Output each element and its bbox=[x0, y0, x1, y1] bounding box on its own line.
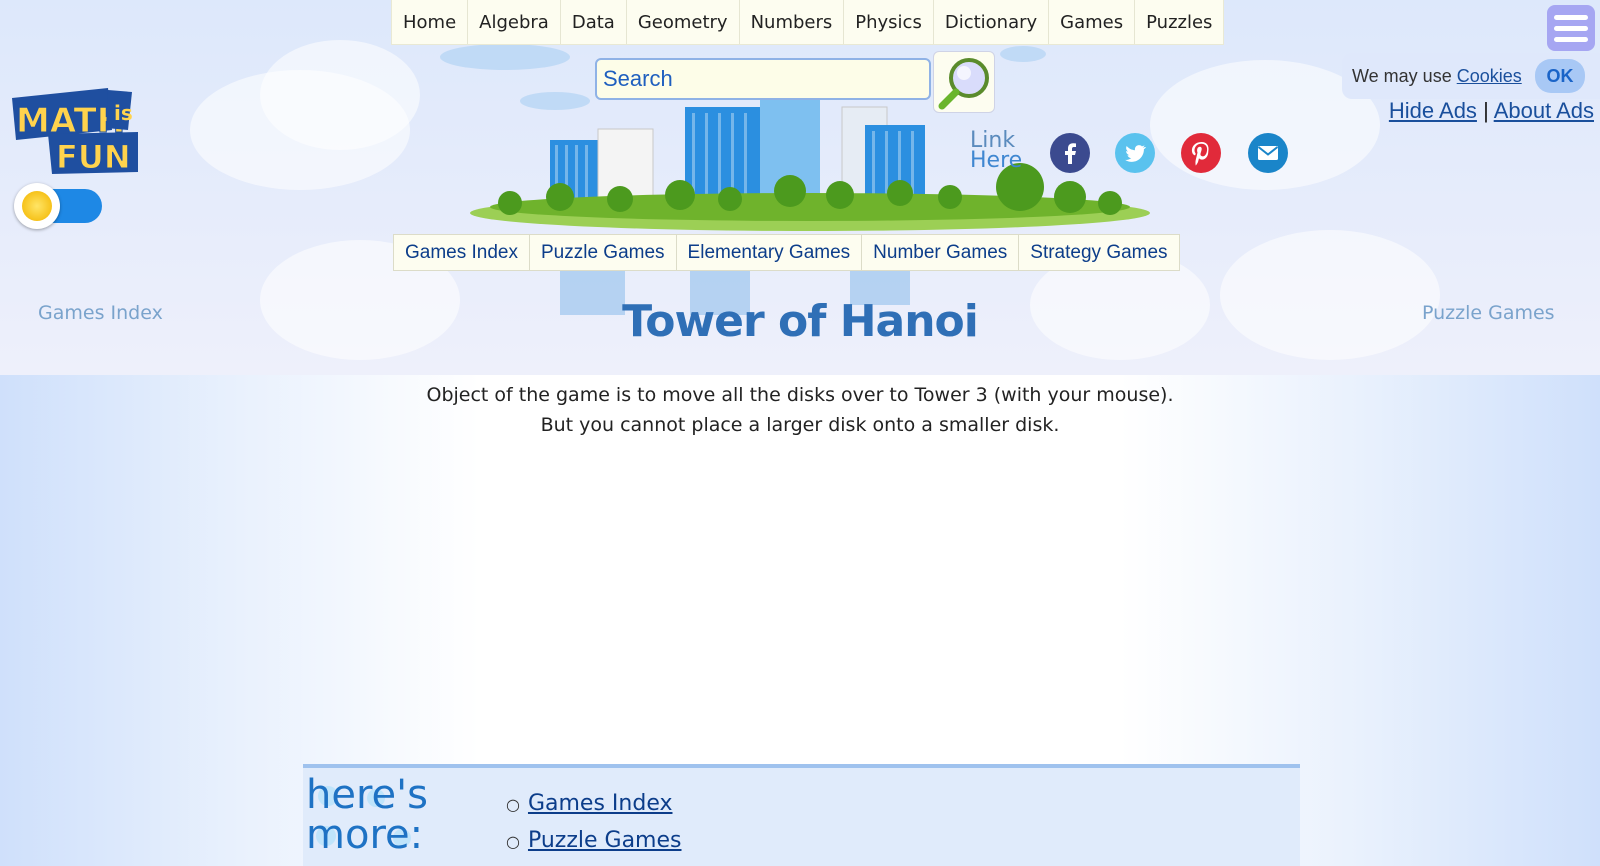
heres-more-heading: here's more: bbox=[306, 772, 428, 858]
nav-algebra[interactable]: Algebra bbox=[468, 0, 561, 44]
link-here-line2: Here bbox=[970, 148, 1023, 173]
list-item: ○ Games Index bbox=[506, 791, 673, 816]
cookies-link[interactable]: Cookies bbox=[1457, 66, 1522, 87]
games-nav-number-games[interactable]: Number Games bbox=[862, 235, 1020, 270]
nav-physics[interactable]: Physics bbox=[844, 0, 934, 44]
nav-home[interactable]: Home bbox=[392, 0, 469, 44]
page-title: Tower of Hanoi bbox=[622, 296, 979, 347]
nav-puzzles[interactable]: Puzzles bbox=[1135, 0, 1223, 44]
instructions-line-1: Object of the game is to move all the di… bbox=[426, 384, 1174, 406]
logo-text-fun: FUN bbox=[56, 138, 131, 176]
game-instructions: Object of the game is to move all the di… bbox=[0, 380, 1600, 440]
games-nav-strategy-games[interactable]: Strategy Games bbox=[1019, 235, 1178, 270]
instructions-line-2: But you cannot place a larger disk onto … bbox=[540, 414, 1060, 436]
games-nav-games-index[interactable]: Games Index bbox=[394, 235, 530, 270]
games-nav-puzzle-games[interactable]: Puzzle Games bbox=[530, 235, 677, 270]
city-illustration bbox=[470, 100, 1150, 315]
heres-more-section: here's more: ○ Games Index ○ Puzzle Games bbox=[303, 764, 1300, 866]
more-links-list: ○ Games Index ○ Puzzle Games bbox=[506, 786, 682, 860]
top-navigation: Home Algebra Data Geometry Numbers Physi… bbox=[391, 0, 1225, 45]
sun-icon bbox=[22, 191, 52, 221]
more-link-games-index[interactable]: Games Index bbox=[528, 791, 673, 816]
ad-links: Hide Ads | About Ads bbox=[1389, 98, 1594, 124]
more-link-puzzle-games[interactable]: Puzzle Games bbox=[528, 828, 682, 853]
nav-data[interactable]: Data bbox=[561, 0, 627, 44]
theme-toggle[interactable] bbox=[14, 183, 102, 229]
nav-dictionary[interactable]: Dictionary bbox=[934, 0, 1050, 44]
facebook-icon[interactable] bbox=[1050, 133, 1090, 173]
logo-text-is: is bbox=[114, 101, 133, 125]
search-input[interactable] bbox=[595, 58, 931, 100]
games-navigation: Games Index Puzzle Games Elementary Game… bbox=[393, 234, 1180, 271]
cookie-notice: We may use Cookies OK bbox=[1342, 53, 1600, 99]
pinterest-icon[interactable] bbox=[1181, 133, 1221, 173]
cookie-ok-button[interactable]: OK bbox=[1535, 59, 1585, 93]
email-icon[interactable] bbox=[1248, 133, 1288, 173]
about-ads-link[interactable]: About Ads bbox=[1494, 98, 1594, 123]
nav-games[interactable]: Games bbox=[1049, 0, 1136, 44]
menu-icon[interactable] bbox=[1547, 5, 1595, 51]
twitter-icon[interactable] bbox=[1115, 133, 1155, 173]
games-nav-elementary-games[interactable]: Elementary Games bbox=[677, 235, 863, 270]
list-item: ○ Puzzle Games bbox=[506, 828, 682, 853]
nav-geometry[interactable]: Geometry bbox=[627, 0, 740, 44]
nav-numbers[interactable]: Numbers bbox=[740, 0, 845, 44]
heres-more-line-2: more: bbox=[306, 812, 423, 858]
cookie-text: We may use bbox=[1352, 65, 1452, 86]
mathsisfun-logo[interactable]: MATH is FUN bbox=[8, 86, 140, 176]
ad-links-separator: | bbox=[1483, 98, 1489, 123]
hide-ads-link[interactable]: Hide Ads bbox=[1389, 98, 1477, 123]
link-here-button[interactable]: Link Here bbox=[970, 130, 1023, 173]
